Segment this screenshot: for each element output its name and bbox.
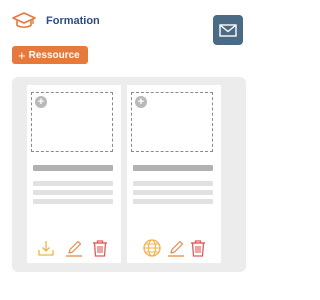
text-placeholder-line xyxy=(133,190,213,195)
add-resource-button[interactable]: + Ressource xyxy=(12,46,88,64)
edit-icon[interactable] xyxy=(166,238,186,258)
add-image-icon[interactable]: + xyxy=(135,96,147,108)
text-placeholder-line xyxy=(133,199,213,204)
resources-panel: + + xyxy=(12,77,246,272)
image-drop-zone[interactable]: + xyxy=(31,92,113,152)
globe-icon[interactable] xyxy=(142,238,162,258)
add-image-icon[interactable]: + xyxy=(35,96,47,108)
text-placeholder-line xyxy=(133,181,213,186)
resource-card: + xyxy=(27,85,121,263)
title-placeholder xyxy=(133,165,213,171)
page-title: Formation xyxy=(46,15,100,27)
header: Formation xyxy=(12,10,100,32)
graduation-cap-icon xyxy=(12,12,36,29)
text-placeholder-line xyxy=(33,181,113,186)
plus-icon: + xyxy=(18,47,26,63)
text-placeholder-line xyxy=(33,199,113,204)
download-icon[interactable] xyxy=(36,238,56,258)
resource-card: + xyxy=(127,85,221,263)
trash-icon[interactable] xyxy=(188,238,208,258)
card-actions xyxy=(27,238,121,258)
mail-button[interactable] xyxy=(213,15,243,45)
image-drop-zone[interactable]: + xyxy=(131,92,213,152)
add-resource-label: Ressource xyxy=(28,49,80,61)
trash-icon[interactable] xyxy=(90,238,110,258)
title-placeholder xyxy=(33,165,113,171)
envelope-icon xyxy=(219,23,237,37)
card-actions xyxy=(127,238,221,258)
text-placeholder-line xyxy=(33,190,113,195)
edit-icon[interactable] xyxy=(64,238,84,258)
